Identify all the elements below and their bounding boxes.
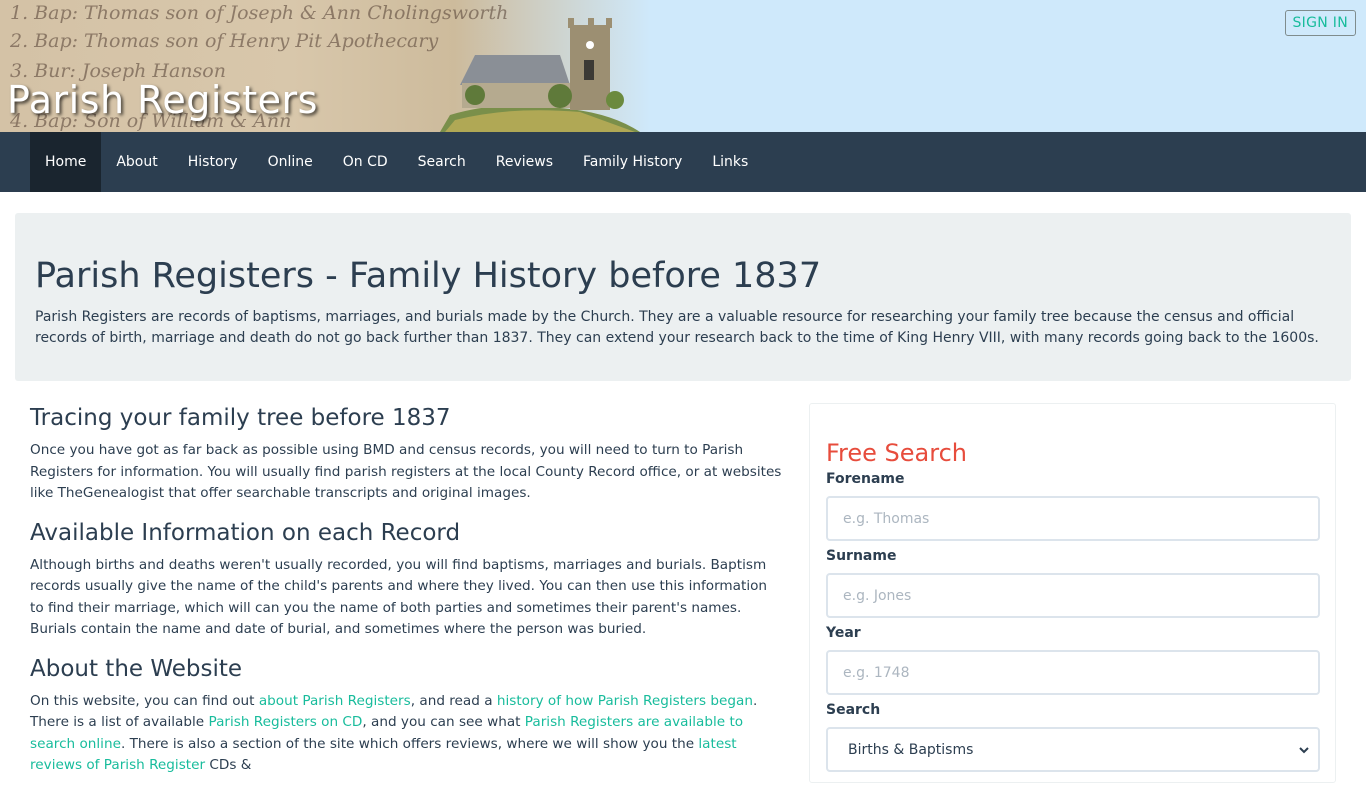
site-header-banner: 1. Bap: Thomas son of Joseph & Ann Choli…	[0, 0, 1366, 132]
section-heading-tracing: Tracing your family tree before 1837	[30, 405, 451, 431]
nav-item-home[interactable]: Home	[30, 132, 102, 192]
nav-item-search[interactable]: Search	[403, 132, 481, 192]
church-illustration	[440, 18, 640, 132]
chevron-down-icon	[1299, 746, 1309, 753]
banner-script-line: 1. Bap: Thomas son of Joseph & Ann Choli…	[10, 2, 509, 24]
section-heading-about: About the Website	[30, 655, 243, 682]
forename-label: Forename	[826, 471, 905, 487]
page-title: Parish Registers - Family History before…	[35, 256, 822, 296]
free-search-panel: Free Search Forename Surname Year Search…	[809, 403, 1336, 783]
registers-on-cd-link[interactable]: Parish Registers on CD	[208, 714, 362, 730]
about-text: CDs &	[205, 757, 252, 773]
section-text-available: Although births and deaths weren't usual…	[30, 556, 768, 638]
surname-input[interactable]	[826, 573, 1320, 618]
intro-text: Parish Registers are records of baptisms…	[35, 309, 1319, 346]
section-text-tracing: Once you have got as far back as possibl…	[30, 442, 782, 501]
intro-jumbotron: Parish Registers - Family History before…	[15, 213, 1351, 381]
year-label: Year	[826, 625, 861, 641]
about-text: . There is also a section of the site wh…	[120, 735, 699, 752]
banner-script-line: 2. Bap: Thomas son of Henry Pit Apotheca…	[10, 30, 439, 52]
about-text: On this website, you can find out	[30, 692, 259, 709]
main-content: Tracing your family tree before 1837 Onc…	[30, 400, 782, 789]
year-input[interactable]	[826, 650, 1320, 695]
history-link[interactable]: history of how Parish Registers began	[497, 693, 753, 709]
sign-in-button[interactable]: SIGN IN	[1284, 10, 1356, 36]
about-parish-registers-link[interactable]: about Parish Registers	[259, 693, 411, 709]
nav-item-on-cd[interactable]: On CD	[328, 132, 403, 192]
nav-item-about[interactable]: About	[101, 132, 172, 192]
search-type-value: Births & Baptisms	[848, 741, 974, 758]
free-search-heading: Free Search	[826, 439, 968, 467]
nav-item-links[interactable]: Links	[697, 132, 763, 192]
forename-input[interactable]	[826, 496, 1320, 541]
site-title: Parish Registers	[7, 78, 318, 122]
section-text-about: On this website, you can find out about …	[30, 691, 782, 777]
nav-item-reviews[interactable]: Reviews	[481, 132, 568, 192]
nav-item-history[interactable]: History	[173, 132, 253, 192]
nav-item-online[interactable]: Online	[253, 132, 328, 192]
about-text: , and you can see what	[362, 714, 525, 730]
main-navigation: Home About History Online On CD Search R…	[0, 132, 1366, 192]
section-heading-available: Available Information on each Record	[30, 519, 461, 546]
surname-label: Surname	[826, 548, 897, 564]
nav-item-family-history[interactable]: Family History	[568, 132, 697, 192]
about-text: , and read a	[410, 692, 497, 709]
search-type-label: Search	[826, 702, 881, 718]
search-type-select[interactable]: Births & Baptisms	[826, 727, 1320, 772]
